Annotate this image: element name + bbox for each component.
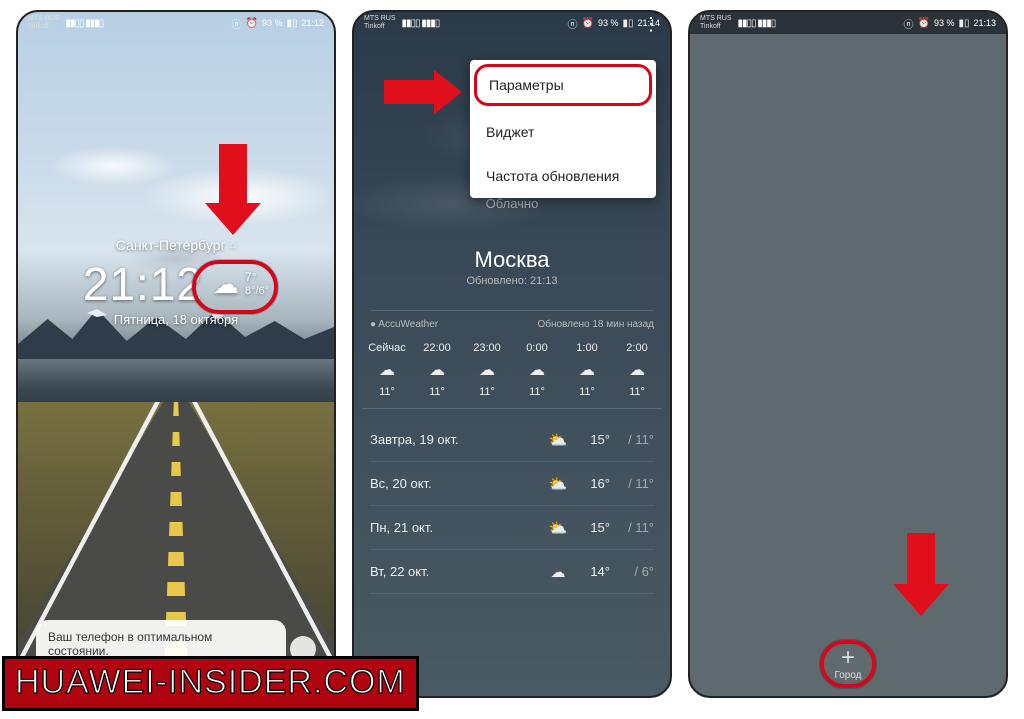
daily-row: Пн, 21 окт.⛅15°/ 11° [370, 506, 654, 550]
provider-row: ● AccuWeather Обновлено 18 мин назад [370, 310, 654, 330]
status-time: 21:12 [301, 18, 324, 28]
alarm-icon: ⏰ [917, 18, 929, 29]
lockscreen-city: Санкт-Петербург [116, 237, 226, 253]
hourly-item: 0:00☁11° [512, 342, 562, 398]
hourly-item: 2:00☁11° [612, 342, 662, 398]
add-city-label: Город [824, 670, 872, 681]
hourly-item: Сейчас☁11° [362, 342, 412, 398]
annotation-arrow [205, 144, 261, 235]
tip-text: Ваш телефон в оптимальном состоянии. [48, 630, 212, 658]
alarm-icon: ⏰ [245, 18, 257, 29]
provider-label: AccuWeather [378, 319, 438, 330]
annotation-arrow [384, 70, 462, 114]
settings-background [690, 12, 1006, 696]
signal-icon: ▮▮▯▯ ▮▮▮▯ [66, 18, 104, 29]
hourly-item: 1:00☁11° [562, 342, 612, 398]
nfc-icon: ⓝ [903, 16, 913, 31]
battery-label: 93 % [598, 18, 619, 28]
battery-label: 93 % [934, 18, 955, 28]
annotation-arrow [893, 533, 949, 616]
lockscreen-widget: Санкт-Петербург ⌂ 21:12 ☁ 7° 8°/6° Пятни… [18, 237, 334, 327]
hourly-item: 23:00☁11° [462, 342, 512, 398]
menu-item-widget[interactable]: Виджет [470, 110, 656, 154]
signal-icon: ▮▮▯▯ ▮▮▮▯ [402, 18, 440, 29]
weather-city-block: Москва Обновлено: 21:13 [354, 247, 670, 287]
plus-icon: + [824, 648, 872, 668]
status-bar: MTS RUS Tinkoff ▮▮▯▯ ▮▮▮▯ ⓝ ⏰ 93 % ▮▯ 21… [690, 12, 1006, 34]
battery-label: 93 % [262, 18, 283, 28]
carrier-label: MTS RUS Tinkoff [28, 15, 60, 31]
hourly-forecast[interactable]: Сейчас☁11°22:00☁11°23:00☁11°0:00☁11°1:00… [362, 342, 662, 409]
updated-ago: Обновлено 18 мин назад [537, 319, 654, 330]
home-icon: ⌂ [230, 239, 237, 251]
status-bar: MTS RUS Tinkoff ▮▮▯▯ ▮▮▮▯ ⓝ ⏰ 93 % ▮▯ 21… [354, 12, 670, 34]
battery-icon: ▮▯ [958, 18, 969, 29]
weather-updated: Обновлено: 21:13 [354, 275, 670, 287]
battery-icon: ▮▯ [286, 18, 297, 29]
overflow-menu-button[interactable]: ⋮ [642, 18, 660, 30]
status-bar: MTS RUS Tinkoff ▮▮▯▯ ▮▮▮▯ ⓝ ⏰ 93 % ▮▯ 21… [18, 12, 334, 34]
daily-forecast[interactable]: Завтра, 19 окт.⛅15°/ 11°Вс, 20 окт.⛅16°/… [370, 418, 654, 594]
nfc-icon: ⓝ [567, 16, 577, 31]
lockscreen-date: Пятница, 18 октября [18, 312, 334, 327]
condition-label: Облачно [354, 196, 670, 211]
carrier-label: MTS RUS Tinkoff [700, 15, 732, 31]
lockscreen-time: 21:12 [83, 257, 203, 311]
annotation-highlight [192, 260, 278, 314]
phone-settings: MTS RUS Tinkoff ▮▮▯▯ ▮▮▮▯ ⓝ ⏰ 93 % ▮▯ 21… [688, 10, 1008, 698]
daily-row: Вт, 22 окт.☁14°/ 6° [370, 550, 654, 594]
signal-icon: ▮▮▯▯ ▮▮▮▯ [738, 18, 776, 29]
add-city-button[interactable]: + Город [690, 640, 1006, 688]
phone-weather-app: MTS RUS Tinkoff ▮▮▯▯ ▮▮▮▯ ⓝ ⏰ 93 % ▮▯ 21… [352, 10, 672, 698]
phone-lockscreen: MTS RUS Tinkoff ▮▮▯▯ ▮▮▮▯ ⓝ ⏰ 93 % ▮▯ 21… [16, 10, 336, 698]
menu-item-refresh-rate[interactable]: Частота обновления [470, 154, 656, 198]
carrier-label: MTS RUS Tinkoff [364, 15, 396, 31]
nfc-icon: ⓝ [231, 16, 241, 31]
watermark: HUAWEI-INSIDER.COM [2, 656, 419, 711]
status-time: 21:13 [973, 18, 996, 28]
overflow-menu: Параметры Виджет Частота обновления [470, 60, 656, 198]
hourly-item: 22:00☁11° [412, 342, 462, 398]
daily-row: Завтра, 19 окт.⛅15°/ 11° [370, 418, 654, 462]
daily-row: Вс, 20 окт.⛅16°/ 11° [370, 462, 654, 506]
battery-icon: ▮▯ [622, 18, 633, 29]
weather-city: Москва [354, 247, 670, 273]
alarm-icon: ⏰ [581, 18, 593, 29]
menu-item-settings[interactable]: Параметры [474, 64, 652, 106]
